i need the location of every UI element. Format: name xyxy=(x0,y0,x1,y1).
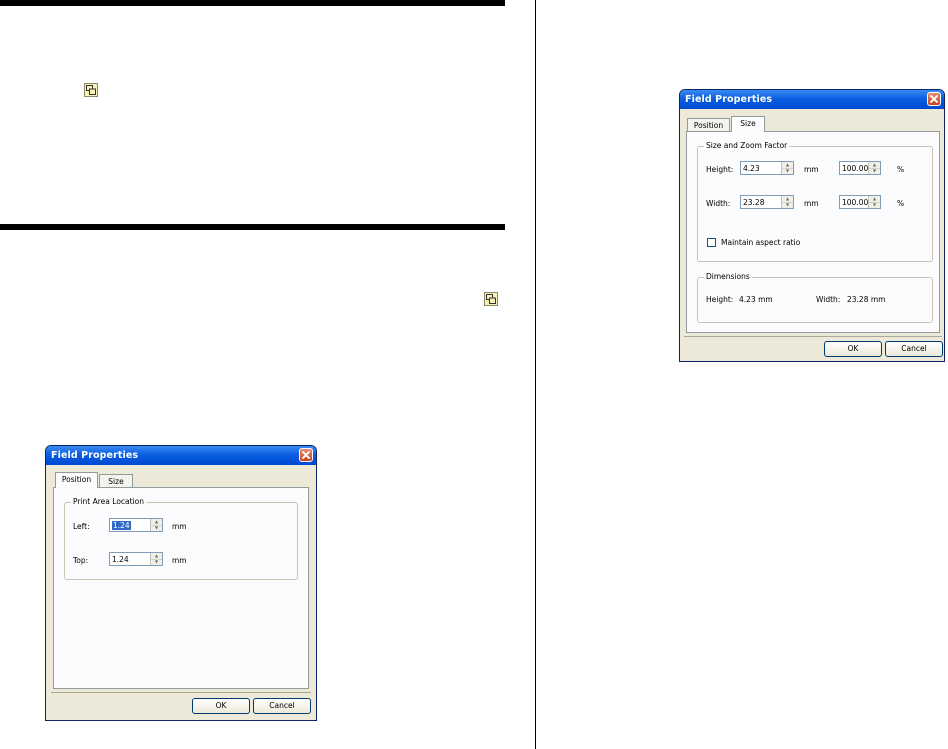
width-zoom-value: 100.00 xyxy=(842,198,869,207)
top-spin-arrows[interactable]: ▲ ▼ xyxy=(150,553,162,565)
top-value: 1.24 xyxy=(112,555,129,564)
field-properties-icon xyxy=(84,83,98,97)
field-properties-dialog-size: Field Properties Position Size Size and … xyxy=(679,89,945,362)
width-label: Width: xyxy=(706,199,731,208)
left-value: 1.24 xyxy=(112,521,131,530)
dimension-height-value: 4.23 mm xyxy=(739,295,773,304)
footer-separator xyxy=(51,692,311,693)
top-spinbox[interactable]: 1.24 ▲ ▼ xyxy=(109,552,163,566)
maintain-aspect-ratio-checkbox[interactable] xyxy=(707,238,716,247)
print-area-location-group: Print Area Location Left: 1.24 ▲ ▼ mm To… xyxy=(64,497,298,580)
dialog-titlebar[interactable]: Field Properties xyxy=(680,90,944,109)
ok-button[interactable]: OK xyxy=(192,698,250,714)
spin-down-icon[interactable]: ▼ xyxy=(782,168,793,174)
width-unit: mm xyxy=(804,199,819,208)
dimension-height-label: Height: xyxy=(706,295,734,304)
height-spin-arrows[interactable]: ▲ ▼ xyxy=(781,162,793,174)
tab-panel-position: Print Area Location Left: 1.24 ▲ ▼ mm To… xyxy=(53,487,309,689)
height-zoom-spin-arrows[interactable]: ▲ ▼ xyxy=(868,162,880,174)
dialog-titlebar[interactable]: Field Properties xyxy=(46,446,316,465)
maintain-aspect-ratio-label[interactable]: Maintain aspect ratio xyxy=(721,238,800,247)
height-zoom-value: 100.00 xyxy=(842,164,869,173)
height-zoom-unit: % xyxy=(897,165,905,174)
left-label: Left: xyxy=(73,522,90,531)
width-zoom-unit: % xyxy=(897,199,905,208)
cancel-button[interactable]: Cancel xyxy=(253,698,311,714)
dialog-title: Field Properties xyxy=(685,94,773,105)
height-zoom-spinbox[interactable]: 100.00 ▲ ▼ xyxy=(839,161,881,175)
cancel-button[interactable]: Cancel xyxy=(885,341,943,357)
spin-down-icon[interactable]: ▼ xyxy=(151,559,162,565)
spin-down-icon[interactable]: ▼ xyxy=(782,202,793,208)
height-label: Height: xyxy=(706,165,734,174)
group-label: Print Area Location xyxy=(71,497,147,506)
ok-button[interactable]: OK xyxy=(824,341,882,357)
dialog-title: Field Properties xyxy=(51,450,139,461)
tab-position[interactable]: Position xyxy=(687,118,730,132)
dimension-width-value: 23.28 mm xyxy=(847,295,886,304)
size-and-zoom-factor-group: Size and Zoom Factor Height: 4.23 ▲ ▼ mm… xyxy=(697,141,933,262)
spin-down-icon[interactable]: ▼ xyxy=(151,525,162,531)
section-rule-middle xyxy=(0,224,505,230)
field-properties-dialog-position: Field Properties Position Size Print Are… xyxy=(45,445,317,721)
width-spin-arrows[interactable]: ▲ ▼ xyxy=(781,196,793,208)
height-spinbox[interactable]: 4.23 ▲ ▼ xyxy=(740,161,794,175)
left-spinbox[interactable]: 1.24 ▲ ▼ xyxy=(109,518,163,532)
width-spinbox[interactable]: 23.28 ▲ ▼ xyxy=(740,195,794,209)
column-divider xyxy=(535,0,536,749)
spin-down-icon[interactable]: ▼ xyxy=(869,202,880,208)
width-value: 23.28 xyxy=(743,198,765,207)
tab-position[interactable]: Position xyxy=(55,472,98,488)
tab-size[interactable]: Size xyxy=(99,474,133,488)
width-zoom-spinbox[interactable]: 100.00 ▲ ▼ xyxy=(839,195,881,209)
group-label: Dimensions xyxy=(704,272,752,281)
height-unit: mm xyxy=(804,165,819,174)
top-label: Top: xyxy=(73,556,89,565)
section-rule-top xyxy=(0,0,505,6)
tab-size[interactable]: Size xyxy=(731,116,765,132)
close-button[interactable] xyxy=(299,448,313,462)
left-spin-arrows[interactable]: ▲ ▼ xyxy=(150,519,162,531)
field-properties-icon xyxy=(484,292,498,306)
height-value: 4.23 xyxy=(743,164,760,173)
dimension-width-label: Width: xyxy=(816,295,841,304)
dimensions-group: Dimensions Height: 4.23 mm Width: 23.28 … xyxy=(697,272,933,323)
spin-down-icon[interactable]: ▼ xyxy=(869,168,880,174)
top-unit: mm xyxy=(172,556,187,565)
close-button[interactable] xyxy=(927,92,941,106)
left-unit: mm xyxy=(172,522,187,531)
group-label: Size and Zoom Factor xyxy=(704,141,790,150)
tab-panel-size: Size and Zoom Factor Height: 4.23 ▲ ▼ mm… xyxy=(686,131,940,333)
width-zoom-spin-arrows[interactable]: ▲ ▼ xyxy=(868,196,880,208)
footer-separator xyxy=(684,336,942,337)
